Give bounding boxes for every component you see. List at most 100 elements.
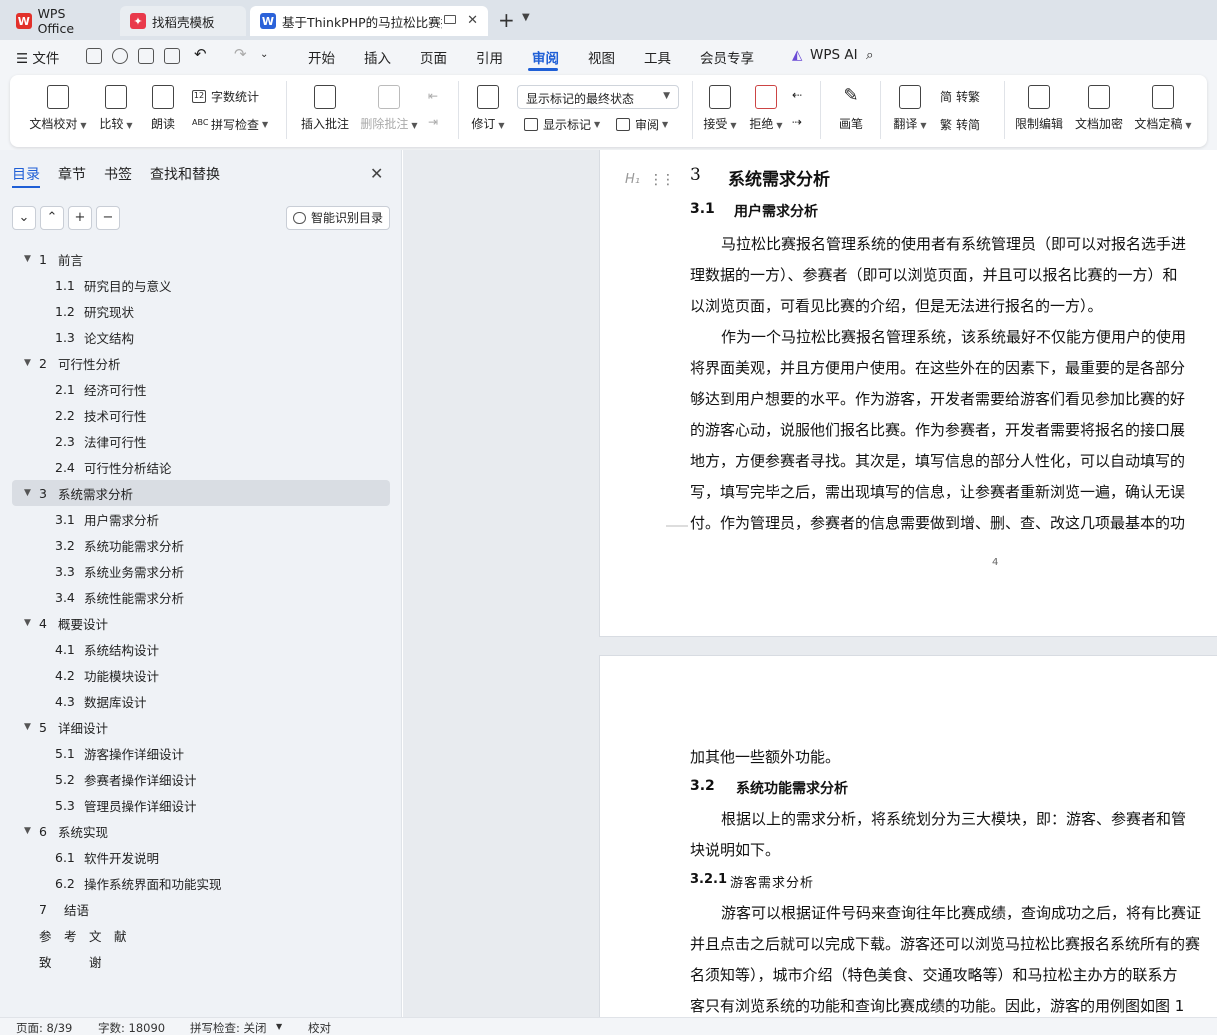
doc-finalize-button[interactable]: 文档定稿 ▼ [1132,85,1194,132]
smart-toc-button[interactable]: 智能识别目录 [286,206,390,230]
new-tab-icon[interactable]: + [498,10,515,30]
tab-templates[interactable]: ✦ 找稻壳模板 [120,6,246,36]
toc-item[interactable]: 6.1 软件开发说明 [12,844,390,870]
toc-item[interactable]: 2.3 法律可行性 [12,428,390,454]
restrict-edit-button[interactable]: 限制编辑 [1012,85,1066,132]
chevron-down-icon[interactable]: ▼ [522,12,530,23]
share-icon[interactable] [112,48,128,64]
toc-item[interactable]: 5.3 管理员操作详细设计 [12,792,390,818]
nav-tab-toc[interactable]: 目录 [12,164,40,184]
expand-triangle-icon[interactable]: ▼ [24,826,31,836]
expand-triangle-icon[interactable]: ▼ [24,618,31,628]
close-icon[interactable]: ✕ [370,164,383,183]
undo-icon[interactable]: ↶ [192,45,209,63]
doc-encrypt-button[interactable]: 文档加密 [1072,85,1126,132]
toc-item[interactable]: 致 谢 [12,948,390,974]
toc-item[interactable]: 2.2 技术可行性 [12,402,390,428]
document-canvas[interactable]: 3 系统需求分析 3.1 用户需求分析 马拉松比赛报名管理系统的使用者有系统管理… [403,150,1217,1017]
nav-tab-sections[interactable]: 章节 [58,164,86,184]
redo-icon[interactable]: ↷ [232,45,249,63]
document-page[interactable]: 3 系统需求分析 3.1 用户需求分析 马拉松比赛报名管理系统的使用者有系统管理… [599,150,1217,637]
toc-item[interactable]: 5.1 游客操作详细设计 [12,740,390,766]
expand-triangle-icon[interactable]: ▼ [24,488,31,498]
delete-comment-button[interactable]: 删除批注 ▼ [358,85,420,132]
spell-check-status[interactable]: 拼写检查: 关闭 [190,1020,267,1036]
prev-change-icon[interactable]: ⇠ [792,88,802,102]
menu-insert[interactable]: 插入 [362,47,393,67]
toc-item[interactable]: 3.2 系统功能需求分析 [12,532,390,558]
toc-item[interactable]: ▼ 1 前言 [12,246,390,272]
read-aloud-button[interactable]: 朗读 [146,85,180,132]
markup-state-dropdown[interactable]: 显示标记的最终状态 ▼ [517,85,679,109]
toc-item[interactable]: 3.4 系统性能需求分析 [12,584,390,610]
to-simplified-button[interactable]: 繁转简 [940,116,980,133]
next-comment-icon[interactable]: ⇥ [428,115,438,129]
expand-triangle-icon[interactable]: ▼ [24,358,31,368]
word-count-status[interactable]: 字数: 18090 [98,1020,165,1036]
toc-item[interactable]: ▼ 3 系统需求分析 [12,480,390,506]
prev-comment-icon[interactable]: ⇤ [428,89,438,103]
expand-triangle-icon[interactable]: ▼ [24,254,31,264]
menu-reference[interactable]: 引用 [474,47,505,67]
collapse-all-button[interactable]: ⌄ [12,206,36,230]
insert-comment-button[interactable]: 插入批注 [298,85,352,132]
file-menu[interactable]: ☰ 文件 [14,47,61,67]
show-markup-button[interactable]: 显示标记 ▼ [524,116,600,133]
toc-item[interactable]: ▼ 2 可行性分析 [12,350,390,376]
translate-button[interactable]: 翻译 ▼ [890,85,930,132]
tab-document[interactable]: W 基于ThinkPHP的马拉松比赛报 ✕ [250,6,488,36]
reject-button[interactable]: 拒绝 ▼ [746,85,786,132]
toc-item[interactable]: 6.2 操作系统界面和功能实现 [12,870,390,896]
menu-wps-ai[interactable]: WPS AI [808,47,860,63]
review-pane-button[interactable]: 审阅 ▼ [616,116,668,133]
word-count-button[interactable]: 12 字数统计 [192,88,259,105]
print-icon[interactable] [138,48,154,64]
chevron-down-icon[interactable]: ▼ [276,1022,282,1031]
expand-up-button[interactable]: ⌃ [40,206,64,230]
toc-item[interactable]: 参 考 文 献 [12,922,390,948]
menu-member[interactable]: 会员专享 [698,47,756,67]
toc-item[interactable]: 3.3 系统业务需求分析 [12,558,390,584]
heading-marker-icon[interactable]: H₁ [625,172,640,187]
accept-button[interactable]: 接受 ▼ [700,85,740,132]
menu-tools[interactable]: 工具 [642,47,673,67]
toc-item[interactable]: ▼ 5 详细设计 [12,714,390,740]
print-preview-icon[interactable] [164,48,180,64]
toc-item[interactable]: 4.2 功能模块设计 [12,662,390,688]
spell-check-button[interactable]: ABC 拼写检查 ▼ [192,116,268,133]
close-tab-icon[interactable]: ✕ [467,13,478,28]
save-icon[interactable] [86,48,102,64]
expand-triangle-icon[interactable]: ▼ [24,722,31,732]
remove-heading-button[interactable]: − [96,206,120,230]
toc-item[interactable]: ▼ 4 概要设计 [12,610,390,636]
toc-item[interactable]: 2.4 可行性分析结论 [12,454,390,480]
toc-item[interactable]: ▼ 6 系统实现 [12,818,390,844]
toc-item[interactable]: 4.3 数据库设计 [12,688,390,714]
document-page[interactable]: 加其他一些额外功能。 3.2 系统功能需求分析 根据以上的需求分析，将系统划分为… [599,655,1217,1017]
compare-button[interactable]: 比较 ▼ [96,85,136,132]
toc-item[interactable]: 1.3 论文结构 [12,324,390,350]
page-indicator[interactable]: 页面: 8/39 [16,1020,72,1036]
nav-tab-bookmarks[interactable]: 书签 [104,164,132,184]
menu-view[interactable]: 视图 [586,47,617,67]
toc-item[interactable]: 3.1 用户需求分析 [12,506,390,532]
menu-start[interactable]: 开始 [306,47,337,67]
toc-item[interactable]: 5.2 参赛者操作详细设计 [12,766,390,792]
add-heading-button[interactable]: + [68,206,92,230]
toc-item[interactable]: 4.1 系统结构设计 [12,636,390,662]
nav-tab-find-replace[interactable]: 查找和替换 [150,164,220,184]
toc-item[interactable]: 2.1 经济可行性 [12,376,390,402]
tab-wps-office[interactable]: W WPS Office [6,6,114,36]
toc-item[interactable]: 1.1 研究目的与意义 [12,272,390,298]
menu-review[interactable]: 审阅 [530,47,561,67]
revise-button[interactable]: 修订 ▼ [468,85,508,132]
more-icon[interactable]: ⌄ [258,49,270,60]
screen-icon[interactable] [444,15,456,24]
pen-button[interactable]: ✎ 画笔 [832,85,870,132]
to-traditional-button[interactable]: 简转繁 [940,88,980,105]
next-change-icon[interactable]: ⇢ [792,115,802,129]
search-icon[interactable]: ⌕ [864,47,876,63]
toc-item[interactable]: 1.2 研究现状 [12,298,390,324]
menu-page[interactable]: 页面 [418,47,449,67]
drag-handle-icon[interactable]: ⋮⋮ [649,172,675,188]
